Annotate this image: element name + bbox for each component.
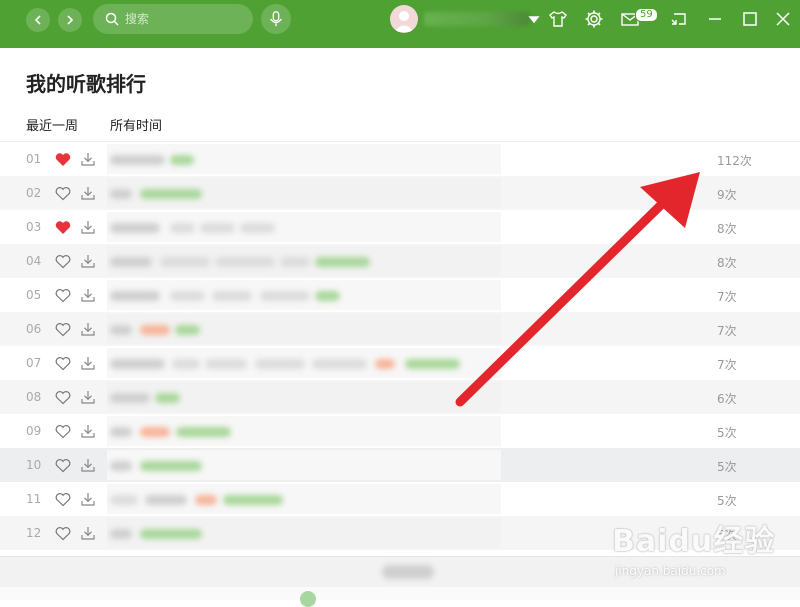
- arrow-shaft: [455, 195, 671, 407]
- watermark-url: jingyan.baidu.com: [615, 564, 726, 578]
- annotation-arrow: [455, 172, 700, 407]
- watermark: Baidu经验: [612, 524, 776, 559]
